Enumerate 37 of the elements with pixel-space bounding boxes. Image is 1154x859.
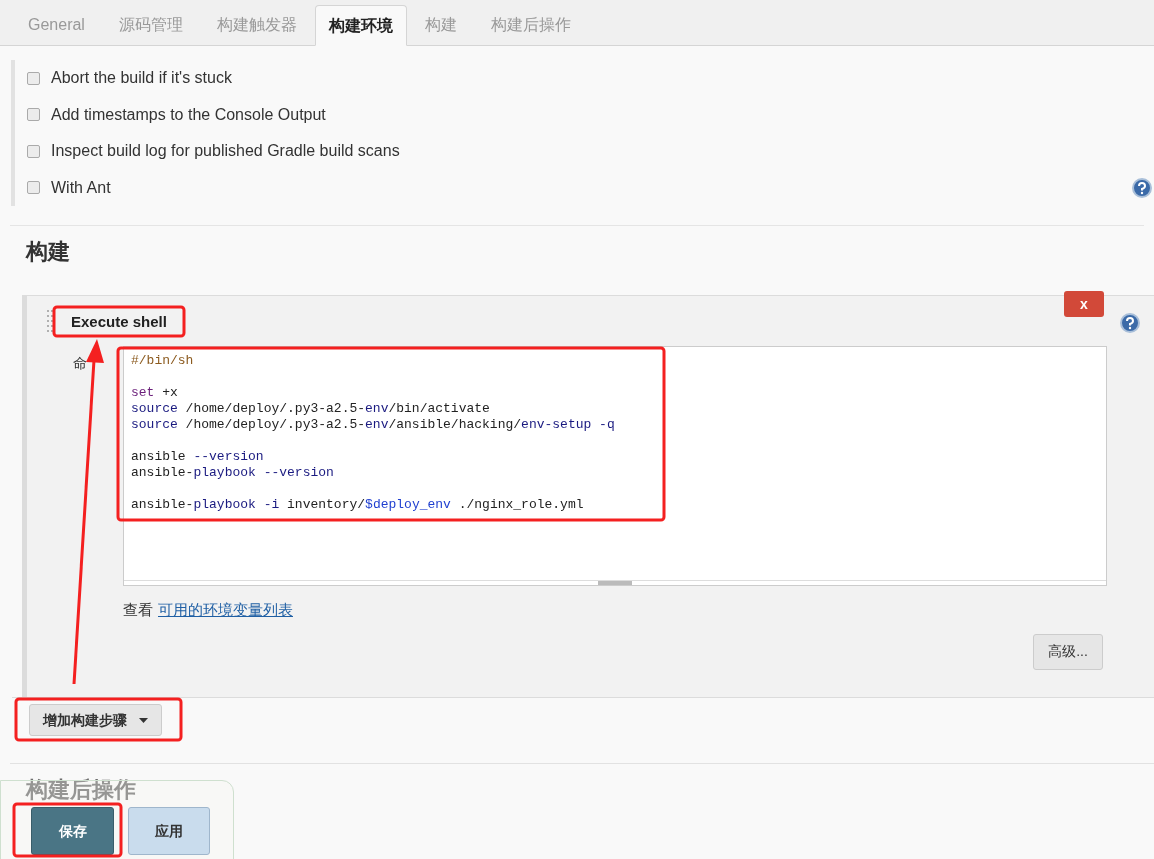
field-label: 命 [73,354,87,373]
code-line: source /home/deploy/.py3-a2.5-env/bin/activate [131,401,491,417]
checkbox[interactable] [27,108,40,122]
tab[interactable]: 构建触发器 [200,4,313,45]
apply-button[interactable]: 应用 [128,807,210,855]
tab[interactable]: General [12,4,101,45]
code-line: set +x [131,384,179,401]
checkbox-label: Add timestamps to the Console Output [51,104,327,125]
add-build-step-button[interactable]: 增加构建步骤 [29,704,162,736]
tab[interactable]: 构建环境 [314,5,407,46]
tab[interactable]: 源码管理 [102,4,199,45]
help-icon[interactable] [1120,313,1140,333]
code-line: ansible-playbook --version [131,465,335,481]
checkbox[interactable] [27,181,40,195]
help-icon[interactable] [1132,177,1152,198]
tab[interactable]: 构建后操作 [474,4,587,45]
drag-handle-icon[interactable] [47,310,53,332]
save-button[interactable]: 保存 [31,807,114,855]
code-line: ansible-playbook -i inventory/$deploy_env ./nginx_role.yml [131,496,585,513]
checkbox-label: With Ant [51,177,112,198]
caret-icon [139,717,148,723]
code-line: ansible --version [131,448,265,465]
checkbox[interactable] [27,71,40,85]
env-variables-link[interactable]: 可用的环境变量列表 [158,599,293,622]
section-heading: 构建 [26,238,71,266]
advanced-button[interactable]: 高级... [1033,633,1103,670]
help-text: 查看 [123,600,153,620]
step-title: Execute shell [71,312,167,330]
command-field[interactable] [123,346,1107,586]
checkbox-label: Inspect build log for published Gradle build scans [51,141,401,162]
checkbox-label: Abort the build if it's stuck [51,68,233,89]
checkbox[interactable] [27,144,40,158]
resize-handle[interactable] [598,581,632,585]
delete-button[interactable]: x [1064,291,1104,317]
code-line: #/bin/sh [131,353,195,369]
tab[interactable]: 构建 [408,4,473,45]
code-line: source /home/deploy/.py3-a2.5-env/ansible/hacking/env-setup -q [131,417,616,433]
